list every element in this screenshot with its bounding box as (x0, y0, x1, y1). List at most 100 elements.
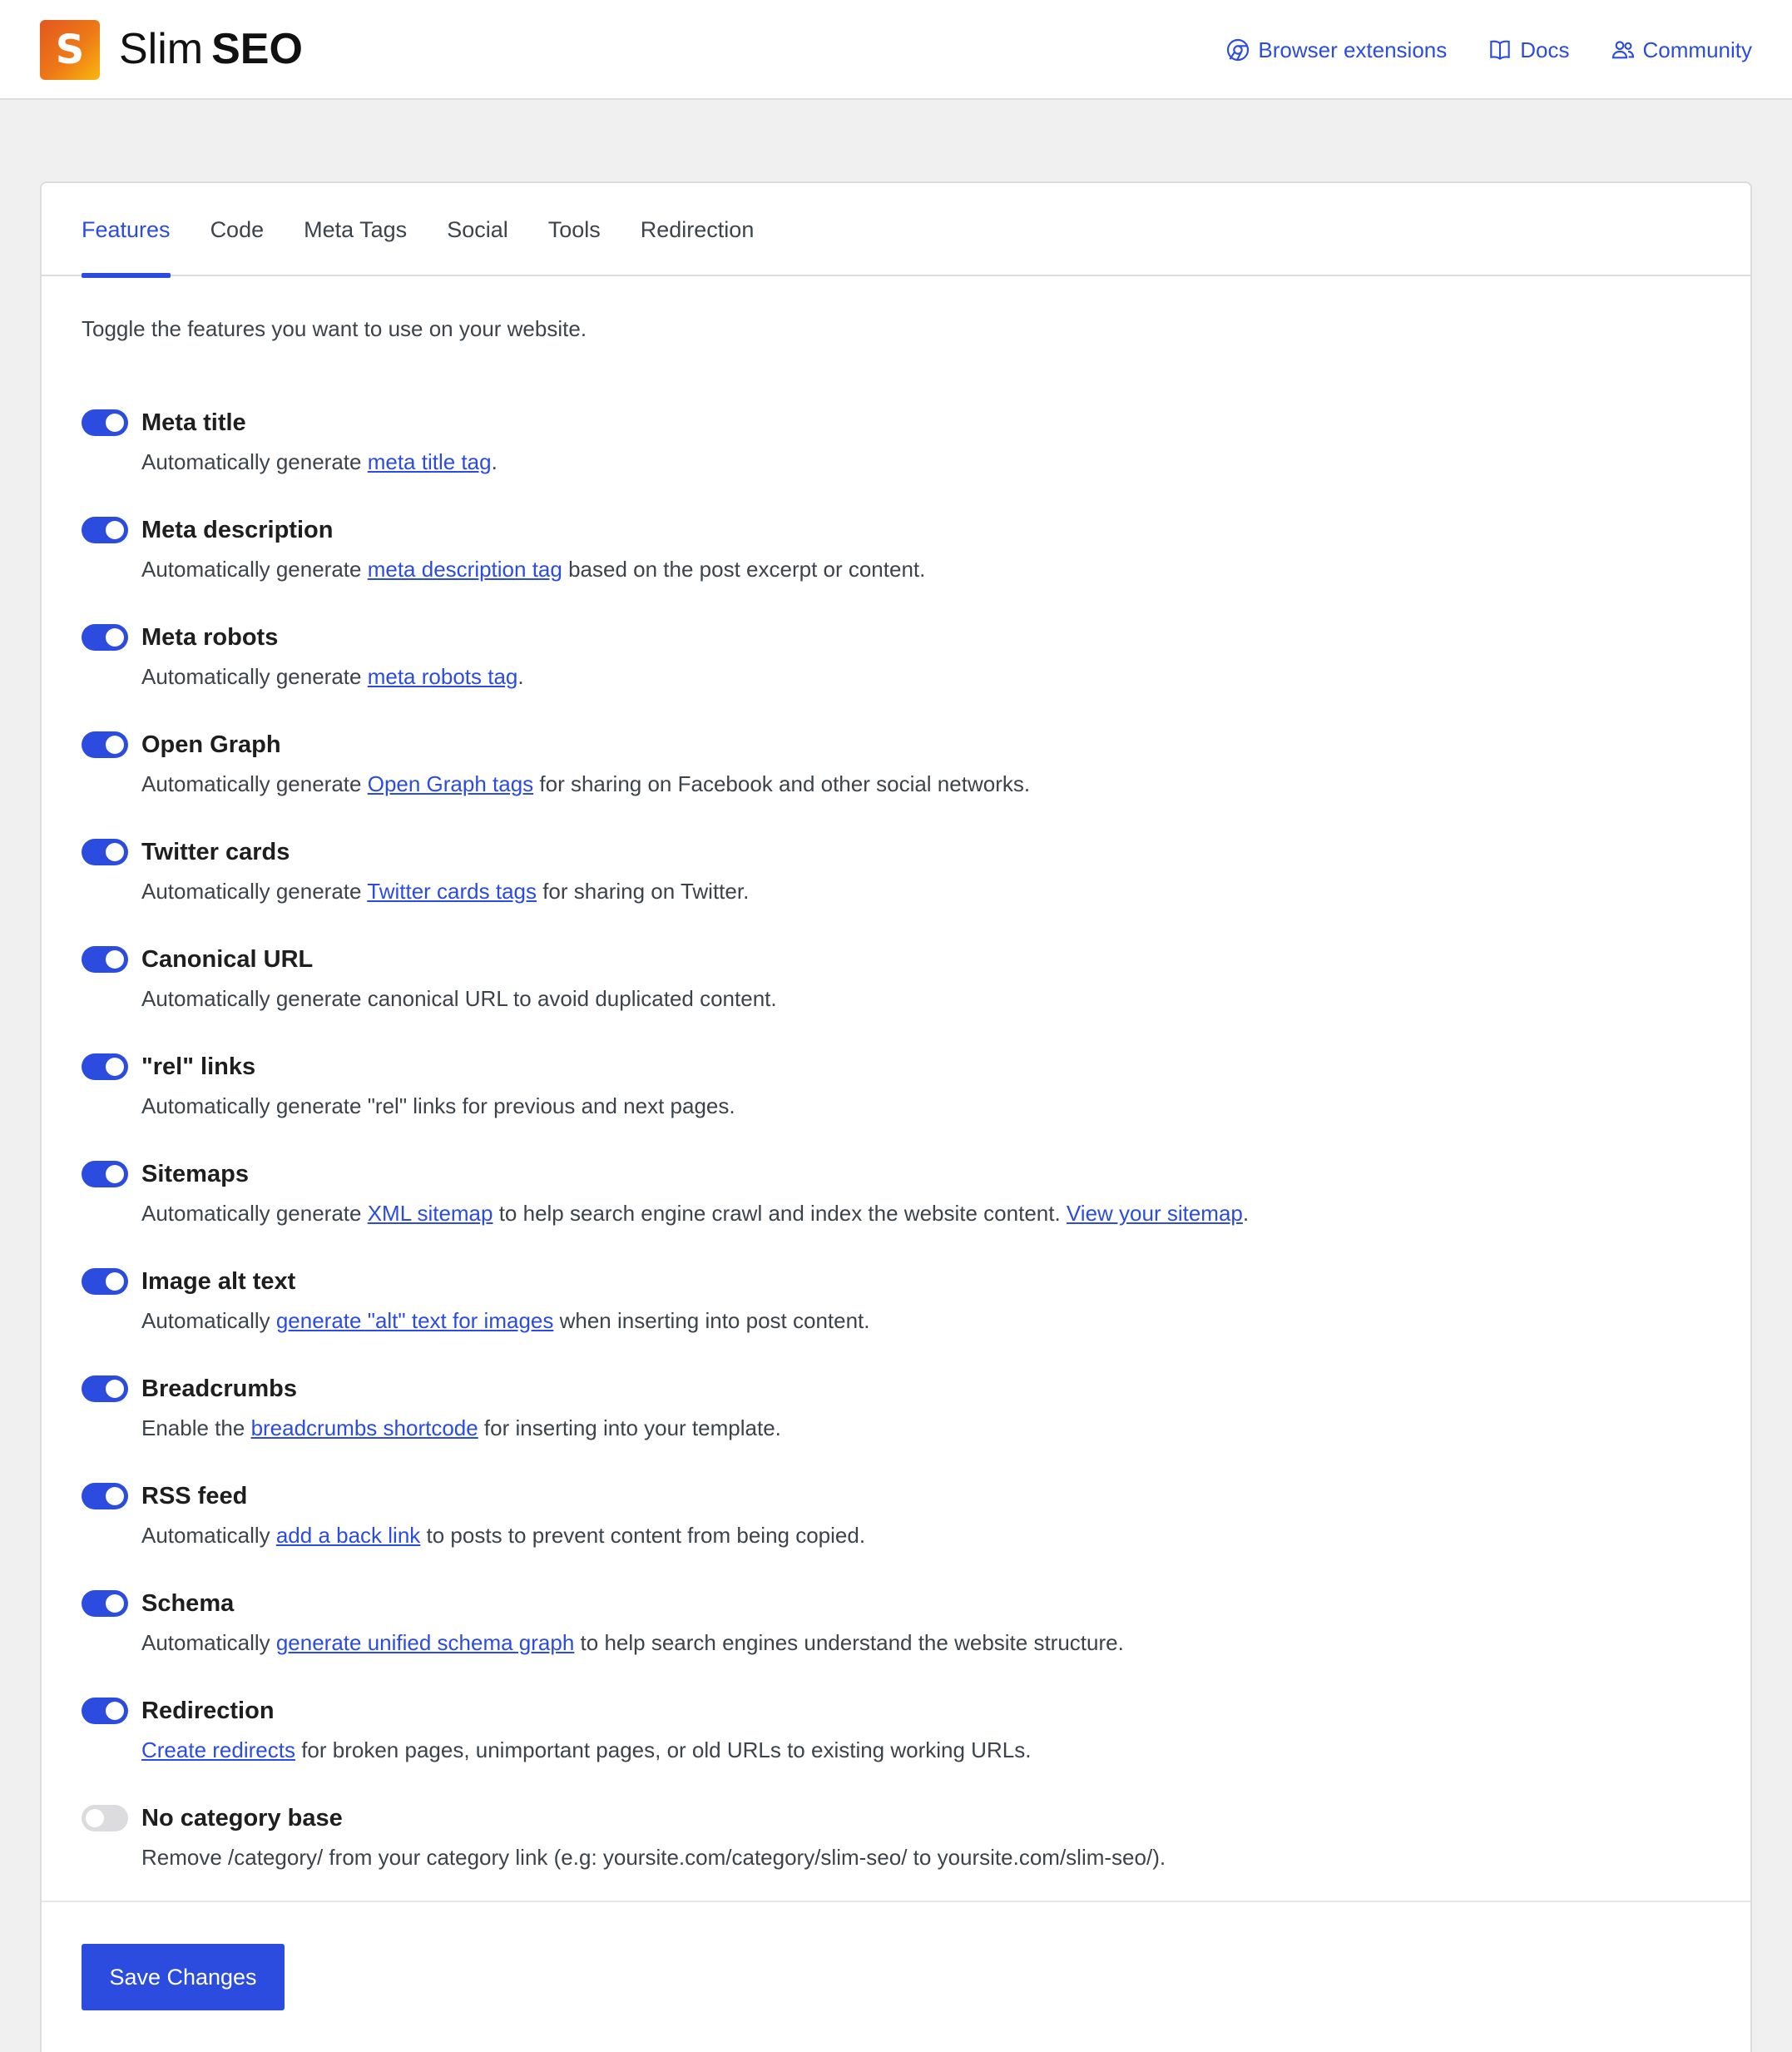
feature-doc-link[interactable]: meta robots tag (368, 664, 518, 689)
feature-doc-link[interactable]: Open Graph tags (368, 771, 533, 796)
feature-description-text: for sharing on Twitter. (536, 879, 750, 904)
feature-title: Twitter cards (141, 839, 290, 865)
feature-doc-link[interactable]: Create redirects (141, 1737, 295, 1762)
footer-divider (42, 1901, 1750, 1902)
toggle-knob (106, 1487, 124, 1505)
feature-description: Automatically generate meta robots tag. (141, 662, 524, 691)
users-icon (1611, 41, 1634, 59)
toggle-knob (106, 1058, 124, 1076)
feature-description-text: to help search engines understand the we… (574, 1630, 1124, 1655)
feature-toggle[interactable] (82, 839, 128, 865)
feature-title: Canonical URL (141, 946, 314, 973)
feature-doc-link[interactable]: add a back link (276, 1523, 420, 1548)
feature-title: Open Graph (141, 731, 281, 758)
feature-description: Automatically add a back link to posts t… (141, 1521, 865, 1549)
feature-title: Meta robots (141, 624, 279, 651)
feature-description-text: Enable the (141, 1415, 251, 1440)
feature-title: No category base (141, 1805, 343, 1831)
feature-toggle[interactable] (82, 1483, 128, 1509)
tab-meta-tags[interactable]: Meta Tags (304, 183, 407, 276)
feature-doc-link[interactable]: Twitter cards tags (367, 879, 537, 904)
feature-doc-link[interactable]: generate unified schema graph (276, 1630, 574, 1655)
feature-doc-link[interactable]: breadcrumbs shortcode (251, 1415, 478, 1440)
toggle-knob (86, 1809, 104, 1827)
toggle-knob (106, 1702, 124, 1720)
settings-tabs: Features Code Meta Tags Social Tools Red… (42, 183, 1750, 278)
feature-description-text: Automatically generate canonical URL to … (141, 986, 777, 1011)
feature-toggle[interactable] (82, 409, 128, 436)
feature-row: Schema Automatically generate unified sch… (82, 1589, 1712, 1696)
feature-title: Schema (141, 1590, 235, 1617)
feature-description-text: Automatically generate (141, 664, 368, 689)
tab-tools[interactable]: Tools (548, 183, 601, 276)
feature-toggle[interactable] (82, 1805, 128, 1831)
community-link[interactable]: Community (1610, 37, 1752, 63)
chrome-icon (1227, 38, 1250, 62)
feature-description-text: to help search engine crawl and index th… (493, 1201, 1067, 1226)
feature-doc-link[interactable]: View your sitemap (1067, 1201, 1243, 1226)
feature-toggle[interactable] (82, 1375, 128, 1402)
feature-doc-link[interactable]: XML sitemap (368, 1201, 493, 1226)
feature-description: Automatically generate meta title tag. (141, 448, 498, 476)
feature-toggle[interactable] (82, 946, 128, 973)
toggle-knob (106, 1272, 124, 1291)
feature-description-text: Automatically generate "rel" links for p… (141, 1093, 735, 1118)
feature-description: Automatically generate "alt" text for im… (141, 1306, 870, 1335)
feature-description-text: . (1242, 1201, 1250, 1226)
feature-doc-link[interactable]: meta title tag (368, 449, 492, 474)
browser-extensions-link[interactable]: Browser extensions (1225, 37, 1447, 63)
feature-doc-link[interactable]: generate "alt" text for images (276, 1308, 554, 1333)
feature-title: Image alt text (141, 1268, 296, 1295)
community-label: Community (1642, 37, 1752, 62)
feature-toggle[interactable] (82, 1161, 128, 1187)
feature-title: Breadcrumbs (141, 1375, 297, 1402)
feature-description-text: Automatically generate (141, 771, 368, 796)
feature-row: Breadcrumbs Enable the breadcrumbs shortc… (82, 1374, 1712, 1481)
feature-row: Meta title Automatically generate meta ti… (82, 408, 1712, 515)
feature-description-text: to posts to prevent content from being c… (420, 1523, 866, 1548)
feature-toggle[interactable] (82, 1268, 128, 1295)
docs-link[interactable]: Docs (1487, 37, 1570, 63)
feature-toggle[interactable] (82, 1590, 128, 1617)
feature-toggle[interactable] (82, 731, 128, 758)
save-changes-button[interactable]: Save Changes (82, 1944, 285, 2010)
feature-toggle[interactable] (82, 517, 128, 543)
feature-title: RSS feed (141, 1483, 248, 1509)
feature-description-text: . (491, 449, 498, 474)
docs-label: Docs (1520, 37, 1570, 62)
header-links: Browser extensions Docs Community (1185, 33, 1752, 67)
feature-description-text: Automatically generate (141, 449, 368, 474)
toggle-knob (106, 1594, 124, 1613)
feature-row: Redirection Create redirects for broken p… (82, 1696, 1712, 1803)
toggle-knob (106, 521, 124, 539)
brand-name: Slim SEO (119, 22, 303, 77)
tab-features[interactable]: Features (82, 183, 171, 278)
feature-row: Twitter cards Automatically generate Twit… (82, 837, 1712, 944)
feature-description-text: Automatically generate (141, 1201, 368, 1226)
feature-description: Automatically generate canonical URL to … (141, 984, 777, 1013)
tab-code[interactable]: Code (210, 183, 265, 276)
browser-extensions-label: Browser extensions (1258, 37, 1448, 62)
toggle-knob (106, 843, 124, 861)
feature-doc-link[interactable]: meta description tag (368, 557, 562, 582)
feature-row: Open Graph Automatically generate Open Gr… (82, 730, 1712, 837)
feature-description: Automatically generate "rel" links for p… (141, 1092, 735, 1120)
feature-description: Automatically generate Twitter cards tag… (141, 877, 749, 905)
feature-toggle[interactable] (82, 624, 128, 651)
feature-row: Meta robots Automatically generate meta r… (82, 622, 1712, 730)
feature-row: Canonical URL Automatically generate cano… (82, 944, 1712, 1052)
feature-row: No category base Remove /category/ from y… (82, 1803, 1712, 1911)
feature-row: Image alt text Automatically generate "al… (82, 1266, 1712, 1374)
tab-social[interactable]: Social (447, 183, 508, 276)
feature-description: Enable the breadcrumbs shortcode for ins… (141, 1414, 781, 1442)
book-icon (1490, 40, 1510, 60)
feature-toggle[interactable] (82, 1698, 128, 1724)
feature-row: Sitemaps Automatically generate XML sitem… (82, 1159, 1712, 1266)
feature-description: Automatically generate XML sitemap to he… (141, 1199, 1249, 1227)
settings-card: Features Code Meta Tags Social Tools Red… (40, 181, 1752, 2052)
feature-description-text: when inserting into post content. (553, 1308, 870, 1333)
feature-description: Create redirects for broken pages, unimp… (141, 1736, 1031, 1764)
tab-redirection[interactable]: Redirection (641, 183, 755, 276)
feature-toggle[interactable] (82, 1053, 128, 1080)
feature-description-text: Automatically (141, 1630, 276, 1655)
